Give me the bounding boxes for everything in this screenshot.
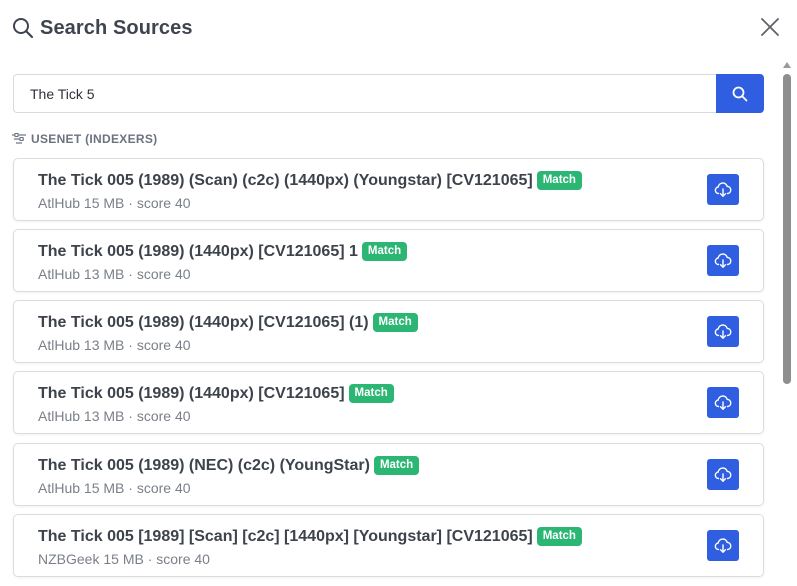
cloud-download-icon — [714, 466, 732, 482]
result-meta: AtlHub 13 MB · score 40 — [38, 337, 191, 353]
list-item: The Tick 005 (1989) (1440px) [CV121065] … — [13, 371, 764, 434]
result-title: The Tick 005 (1989) (1440px) [CV121065] — [38, 384, 345, 402]
list-item: The Tick 005 (1989) (1440px) [CV121065] … — [13, 300, 764, 363]
scrollbar[interactable] — [782, 60, 792, 586]
search-icon — [732, 86, 748, 101]
filter-icon — [12, 133, 26, 145]
search-input[interactable] — [13, 74, 716, 113]
scroll-up-arrow-icon[interactable] — [783, 62, 791, 68]
match-badge: Match — [361, 242, 408, 261]
result-meta: AtlHub 13 MB · score 40 — [38, 266, 191, 282]
cloud-download-icon — [714, 537, 732, 553]
cloud-download-icon — [714, 394, 732, 410]
download-button[interactable] — [707, 530, 739, 561]
match-badge: Match — [373, 456, 420, 475]
download-button[interactable] — [707, 459, 739, 490]
section-label-text: USENET (INDEXERS) — [31, 132, 158, 146]
cloud-download-icon — [714, 323, 732, 339]
list-item: The Tick 005 (1989) (Scan) (c2c) (1440px… — [13, 158, 764, 221]
result-meta: AtlHub 15 MB · score 40 — [38, 195, 191, 211]
modal-header: Search Sources — [12, 14, 193, 42]
search-button[interactable] — [716, 74, 764, 113]
download-button[interactable] — [707, 387, 739, 418]
close-button[interactable] — [759, 16, 781, 38]
result-meta: NZBGeek 15 MB · score 40 — [38, 551, 210, 567]
result-title: The Tick 005 (1989) (1440px) [CV121065] … — [38, 242, 358, 260]
result-title: The Tick 005 (1989) (Scan) (c2c) (1440px… — [38, 171, 533, 189]
list-item: The Tick 005 [1989] [Scan] [c2c] [1440px… — [13, 514, 764, 577]
result-meta: AtlHub 15 MB · score 40 — [38, 480, 191, 496]
download-button[interactable] — [707, 316, 739, 347]
cloud-download-icon — [714, 181, 732, 197]
search-icon — [12, 17, 34, 39]
match-badge: Match — [536, 171, 582, 190]
list-item: The Tick 005 (1989) (1440px) [CV121065] … — [13, 229, 764, 292]
list-item: The Tick 005 (1989) (NEC) (c2c) (YoungSt… — [13, 443, 764, 506]
result-meta: AtlHub 13 MB · score 40 — [38, 408, 191, 424]
match-badge: Match — [348, 384, 394, 403]
match-badge: Match — [372, 313, 418, 332]
result-title: The Tick 005 (1989) (NEC) (c2c) (YoungSt… — [38, 456, 370, 474]
result-title: The Tick 005 (1989) (1440px) [CV121065] … — [38, 313, 369, 331]
modal-title: Search Sources — [40, 16, 193, 39]
search-sources-modal: Search Sources USENET (INDEXERS) The Tic… — [0, 0, 797, 586]
download-button[interactable] — [707, 245, 739, 276]
close-icon — [761, 18, 779, 36]
download-button[interactable] — [707, 174, 739, 205]
scrollbar-thumb[interactable] — [783, 74, 791, 384]
result-title: The Tick 005 [1989] [Scan] [c2c] [1440px… — [38, 527, 533, 545]
section-label-usenet: USENET (INDEXERS) — [12, 132, 157, 146]
cloud-download-icon — [714, 252, 732, 268]
search-bar — [13, 74, 764, 113]
match-badge: Match — [536, 527, 582, 546]
